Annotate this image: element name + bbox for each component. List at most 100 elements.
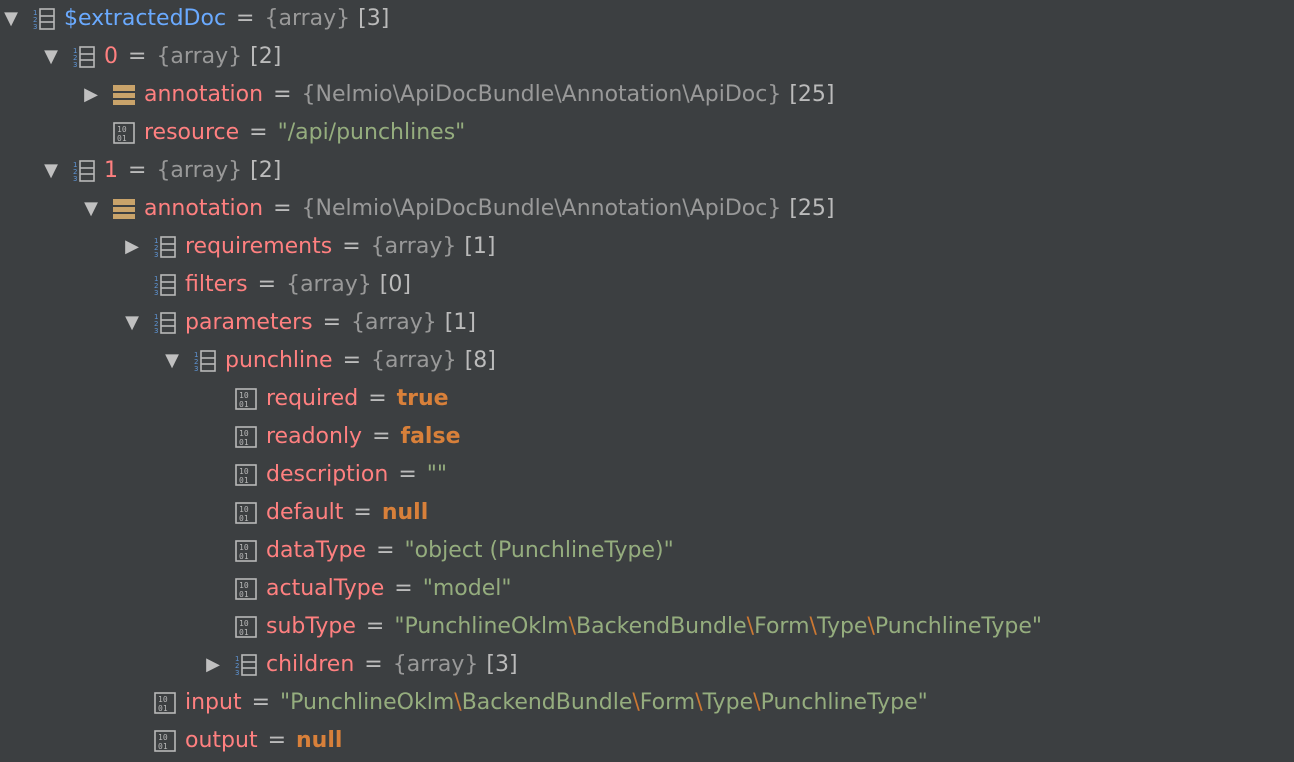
collapsed-arrow-icon[interactable]: ▶ (80, 76, 102, 114)
tree-row-extractedDoc[interactable]: ▼ 1 2 3 $extractedDoc = {array} [3] (0, 0, 389, 38)
debugger-variables-tree: ▼ 1 2 3 $extractedDoc = {array} [3] ▼ 1 … (0, 0, 1294, 762)
key-name: resource (144, 120, 240, 145)
collapsed-arrow-icon[interactable]: ▶ (202, 646, 224, 684)
string-value-part: "PunchlineOklm (394, 614, 569, 639)
keyword-value: false (400, 424, 461, 449)
svg-text:01: 01 (239, 514, 249, 523)
svg-text:01: 01 (239, 552, 249, 561)
equals-sign: = (128, 158, 147, 183)
svg-text:3: 3 (154, 327, 158, 335)
equals-sign: = (364, 652, 383, 677)
tree-row-description[interactable]: 10 01 description = "" (202, 456, 447, 494)
tree-row-annotation[interactable]: ▶ annotation = {Nelmio\ApiDocBundle\Anno… (80, 76, 834, 114)
tree-row-dataType[interactable]: 10 01 dataType = "object (PunchlineType)… (202, 532, 674, 570)
array-icon: 1 2 3 (32, 7, 56, 31)
object-icon (112, 197, 136, 221)
item-count: [0] (379, 272, 411, 297)
array-icon: 1 2 3 (72, 159, 96, 183)
svg-text:3: 3 (73, 175, 77, 183)
key-name: input (185, 690, 242, 715)
item-count: [25] (789, 196, 835, 221)
equals-sign: = (267, 728, 287, 753)
tree-row-filters[interactable]: 1 2 3 filters = {array} [0] (121, 266, 411, 304)
escape-backslash: \ (632, 690, 640, 715)
equals-sign: = (273, 82, 292, 107)
equals-sign: = (394, 576, 413, 601)
tree-row-actualType[interactable]: 10 01 actualType = "model" (202, 570, 511, 608)
equals-sign: = (398, 462, 417, 487)
string-value-part: PunchlineType" (760, 690, 928, 715)
escape-backslash: \ (867, 614, 875, 639)
primitive-icon: 10 01 (234, 539, 258, 563)
svg-text:10: 10 (239, 467, 249, 476)
key-name: annotation (144, 82, 264, 107)
tree-row-punchline[interactable]: ▼ 1 2 3 punchline = {array} [8] (161, 342, 496, 380)
array-icon: 1 2 3 (72, 45, 96, 69)
svg-text:3: 3 (154, 289, 158, 297)
item-count: [1] (444, 310, 476, 335)
item-count: [1] (464, 234, 496, 259)
tree-row-children[interactable]: ▶ 1 2 3 children = {array} [3] (202, 646, 518, 684)
svg-text:3: 3 (194, 365, 198, 373)
escape-backslash: \ (753, 690, 761, 715)
primitive-icon: 10 01 (153, 729, 177, 753)
expanded-arrow-icon[interactable]: ▼ (0, 0, 22, 38)
tree-row-annotation[interactable]: ▼ annotation = {Nelmio\ApiDocBundle\Anno… (80, 190, 835, 228)
svg-text:10: 10 (239, 543, 249, 552)
value-type: {array} (156, 44, 243, 69)
array-icon: 1 2 3 (234, 653, 258, 677)
expanded-arrow-icon[interactable]: ▼ (121, 304, 143, 342)
key-name: 1 (104, 158, 118, 183)
expanded-arrow-icon[interactable]: ▼ (40, 38, 62, 76)
expanded-arrow-icon[interactable]: ▼ (161, 342, 183, 380)
tree-row-input[interactable]: 10 01 input = "PunchlineOklm \ BackendBund… (121, 684, 928, 722)
svg-text:10: 10 (239, 505, 249, 514)
key-name: description (266, 462, 389, 487)
equals-sign: = (353, 500, 372, 525)
equals-sign: = (368, 386, 387, 411)
string-value: "model" (422, 576, 512, 601)
tree-row-subType[interactable]: 10 01 subType = "PunchlineOklm \ BackendBu… (202, 608, 1042, 646)
tree-row-requirements[interactable]: ▶ 1 2 3 requirements = {array} [1] (121, 228, 496, 266)
svg-text:01: 01 (239, 590, 249, 599)
string-value: "/api/punchlines" (277, 120, 466, 145)
equals-sign: = (372, 424, 391, 449)
equals-sign: = (257, 272, 277, 297)
equals-sign: = (273, 196, 292, 221)
equals-sign: = (236, 6, 255, 31)
key-name: output (185, 728, 258, 753)
keyword-value: null (381, 500, 429, 525)
svg-text:3: 3 (154, 251, 158, 259)
expanded-arrow-icon[interactable]: ▼ (40, 152, 62, 190)
string-value-part: BackendBundle (576, 614, 747, 639)
svg-text:01: 01 (239, 628, 249, 637)
item-count: [8] (464, 348, 496, 373)
tree-row-parameters[interactable]: ▼ 1 2 3 parameters = {array} [1] (121, 304, 476, 342)
collapsed-arrow-icon[interactable]: ▶ (121, 228, 143, 266)
svg-text:01: 01 (158, 704, 168, 713)
string-value: "object (PunchlineType)" (404, 538, 674, 563)
tree-row-default[interactable]: 10 01 default = null (202, 494, 428, 532)
expanded-arrow-icon[interactable]: ▼ (80, 190, 102, 228)
tree-row-readonly[interactable]: 10 01 readonly = false (202, 418, 461, 456)
tree-row-resource[interactable]: 10 01 resource = "/api/punchlines" (80, 114, 465, 152)
tree-row-1[interactable]: ▼ 1 2 3 1 = {array} [2] (40, 152, 281, 190)
tree-row-output[interactable]: 10 01 output = null (121, 722, 342, 760)
array-icon: 1 2 3 (153, 273, 177, 297)
key-name: parameters (185, 310, 313, 335)
equals-sign: = (322, 310, 342, 335)
key-name: requirements (185, 234, 333, 259)
tree-row-0[interactable]: ▼ 1 2 3 0 = {array} [2] (40, 38, 281, 76)
key-name: actualType (266, 576, 385, 601)
svg-text:10: 10 (117, 125, 127, 134)
equals-sign: = (365, 614, 385, 639)
svg-text:10: 10 (158, 733, 168, 742)
key-name: readonly (266, 424, 363, 449)
key-name: required (266, 386, 359, 411)
item-count: [3] (486, 652, 518, 677)
equals-sign: = (376, 538, 395, 563)
tree-row-required[interactable]: 10 01 required = true (202, 380, 449, 418)
key-name: punchline (225, 348, 333, 373)
key-name: dataType (266, 538, 367, 563)
string-value-part: Form (754, 614, 810, 639)
